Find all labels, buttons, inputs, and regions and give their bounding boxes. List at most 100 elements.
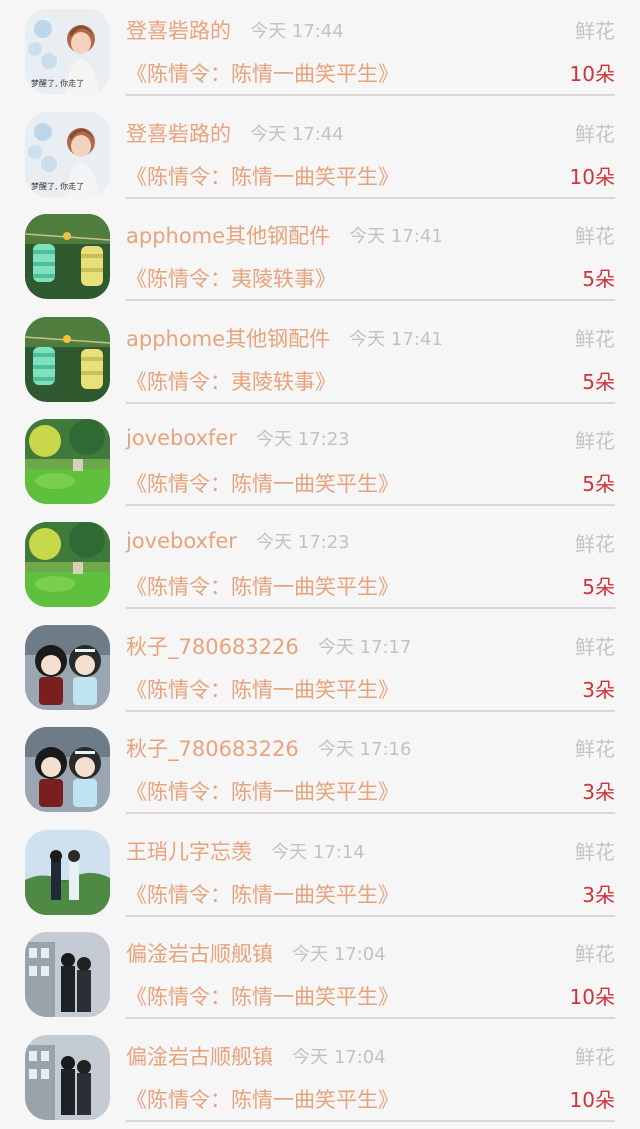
record-header: 偏淦岩古顺舰镇 今天 17:04 鲜花: [126, 1041, 615, 1071]
book-title[interactable]: 《陈情令：陈情一曲笑平生》: [126, 985, 399, 1009]
timestamp: 今天 17:16: [317, 739, 412, 761]
timestamp: 今天 17:44: [250, 123, 344, 145]
username[interactable]: 登喜砦路的: [126, 19, 231, 43]
flower-count: 10朵: [569, 62, 615, 86]
book-title[interactable]: 《陈情令：陈情一曲笑平生》: [126, 165, 399, 189]
landscape-icon[interactable]: [25, 521, 110, 607]
username[interactable]: joveboxfer: [126, 426, 237, 450]
book-title[interactable]: 《陈情令：陈情一曲笑平生》: [126, 575, 399, 599]
flower-count: 3朵: [582, 882, 615, 907]
list-item[interactable]: 秋子_780683226 今天 17:17 鲜花 《陈情令：陈情一曲笑平生》 3…: [0, 616, 640, 719]
record-header: 登喜砦路的 今天 17:44 鲜花: [126, 118, 615, 148]
book-title[interactable]: 《陈情令：陈情一曲笑平生》: [126, 780, 399, 804]
list-item[interactable]: 偏淦岩古顺舰镇 今天 17:04 鲜花 《陈情令：陈情一曲笑平生》 10朵: [0, 1026, 640, 1129]
record-content: apphome其他钢配件 今天 17:41 鲜花 《陈情令：夷陵轶事》 5朵: [126, 308, 615, 404]
record-header: apphome其他钢配件 今天 17:41 鲜花: [126, 220, 615, 250]
gift-type: 鲜花: [575, 224, 615, 249]
flower-count: 3朵: [582, 677, 615, 702]
username[interactable]: 秋子_780683226: [126, 635, 299, 659]
lantern-icon[interactable]: [25, 316, 110, 402]
flower-count: 10朵: [569, 1087, 615, 1112]
record-detail: 《陈情令：陈情一曲笑平生》 3朵: [126, 776, 615, 806]
gift-type: 鲜花: [575, 1044, 615, 1069]
timestamp: 今天 17:41: [349, 226, 443, 248]
gift-type: 鲜花: [575, 531, 615, 556]
flower-count: 5朵: [582, 574, 615, 599]
record-content: 偏淦岩古顺舰镇 今天 17:04 鲜花 《陈情令：陈情一曲笑平生》 10朵: [126, 1026, 615, 1122]
record-header: 偏淦岩古顺舰镇 今天 17:04 鲜花: [126, 938, 615, 968]
book-title[interactable]: 《陈情令：陈情一曲笑平生》: [126, 1088, 399, 1112]
flower-record-list: 梦醒了, 你走了 登喜砦路的 今天 17:44 鲜花 《陈情令：陈情一曲笑平生》…: [0, 0, 640, 1129]
timestamp: 今天 17:17: [317, 636, 412, 658]
girl-icon[interactable]: 梦醒了, 你走了: [25, 111, 110, 197]
book-title[interactable]: 《陈情令：夷陵轶事》: [126, 370, 336, 394]
username[interactable]: apphome其他钢配件: [126, 224, 330, 248]
flower-count: 5朵: [582, 369, 615, 394]
record-content: joveboxfer 今天 17:23 鲜花 《陈情令：陈情一曲笑平生》 5朵: [126, 513, 615, 609]
record-content: 王琑儿字忘羡 今天 17:14 鲜花 《陈情令：陈情一曲笑平生》 3朵: [126, 821, 615, 917]
list-item[interactable]: 王琑儿字忘羡 今天 17:14 鲜花 《陈情令：陈情一曲笑平生》 3朵: [0, 821, 640, 924]
username[interactable]: apphome其他钢配件: [126, 327, 330, 351]
list-item[interactable]: joveboxfer 今天 17:23 鲜花 《陈情令：陈情一曲笑平生》 5朵: [0, 410, 640, 513]
gift-type: 鲜花: [575, 839, 615, 864]
timestamp: 今天 17:41: [349, 328, 443, 350]
timestamp: 今天 17:23: [256, 531, 350, 553]
flower-count: 5朵: [582, 472, 615, 497]
timestamp: 今天 17:14: [271, 841, 365, 863]
record-detail: 《陈情令：陈情一曲笑平生》 10朵: [126, 981, 615, 1011]
book-title[interactable]: 《陈情令：陈情一曲笑平生》: [126, 62, 399, 86]
record-detail: 《陈情令：陈情一曲笑平生》 10朵: [126, 58, 615, 88]
list-item[interactable]: 梦醒了, 你走了 登喜砦路的 今天 17:44 鲜花 《陈情令：陈情一曲笑平生》…: [0, 0, 640, 103]
record-detail: 《陈情令：陈情一曲笑平生》 5朵: [126, 468, 615, 498]
gift-type: 鲜花: [575, 19, 615, 43]
list-item[interactable]: 梦醒了, 你走了 登喜砦路的 今天 17:44 鲜花 《陈情令：陈情一曲笑平生》…: [0, 103, 640, 206]
book-title[interactable]: 《陈情令：陈情一曲笑平生》: [126, 472, 399, 496]
book-title[interactable]: 《陈情令：夷陵轶事》: [126, 267, 336, 291]
username[interactable]: 登喜砦路的: [126, 122, 231, 146]
gift-type: 鲜花: [575, 429, 615, 454]
building-couple-icon[interactable]: [25, 1034, 110, 1120]
book-title[interactable]: 《陈情令：陈情一曲笑平生》: [126, 678, 399, 702]
girl-icon[interactable]: 梦醒了, 你走了: [25, 9, 110, 94]
svg-text:梦醒了, 你走了: 梦醒了, 你走了: [31, 181, 84, 191]
gift-type: 鲜花: [575, 737, 615, 762]
record-content: 秋子_780683226 今天 17:16 鲜花 《陈情令：陈情一曲笑平生》 3…: [126, 718, 615, 815]
book-title[interactable]: 《陈情令：陈情一曲笑平生》: [126, 883, 399, 907]
timestamp: 今天 17:23: [256, 429, 350, 451]
lantern-icon[interactable]: [25, 214, 110, 300]
record-header: joveboxfer 今天 17:23 鲜花: [126, 528, 615, 558]
record-detail: 《陈情令：夷陵轶事》 5朵: [126, 366, 615, 396]
record-header: 登喜砦路的 今天 17:44 鲜花: [126, 15, 615, 45]
svg-text:梦醒了, 你走了: 梦醒了, 你走了: [31, 78, 84, 88]
record-content: joveboxfer 今天 17:23 鲜花 《陈情令：陈情一曲笑平生》 5朵: [126, 410, 615, 507]
record-detail: 《陈情令：陈情一曲笑平生》 10朵: [126, 1084, 615, 1114]
figurine-icon[interactable]: [25, 727, 110, 813]
username[interactable]: joveboxfer: [126, 529, 237, 553]
building-couple-icon[interactable]: [25, 932, 110, 1018]
record-header: 秋子_780683226 今天 17:16 鲜花: [126, 733, 615, 763]
couple-icon[interactable]: [25, 829, 110, 915]
list-item[interactable]: apphome其他钢配件 今天 17:41 鲜花 《陈情令：夷陵轶事》 5朵: [0, 205, 640, 308]
username[interactable]: 秋子_780683226: [126, 737, 299, 761]
record-content: 偏淦岩古顺舰镇 今天 17:04 鲜花 《陈情令：陈情一曲笑平生》 10朵: [126, 923, 615, 1020]
figurine-icon[interactable]: [25, 624, 110, 710]
gift-type: 鲜花: [575, 121, 615, 146]
record-detail: 《陈情令：夷陵轶事》 5朵: [126, 263, 615, 293]
username[interactable]: 偏淦岩古顺舰镇: [126, 1045, 273, 1069]
list-item[interactable]: joveboxfer 今天 17:23 鲜花 《陈情令：陈情一曲笑平生》 5朵: [0, 513, 640, 616]
record-content: 登喜砦路的 今天 17:44 鲜花 《陈情令：陈情一曲笑平生》 10朵: [126, 103, 615, 199]
record-detail: 《陈情令：陈情一曲笑平生》 3朵: [126, 674, 615, 704]
username[interactable]: 偏淦岩古顺舰镇: [126, 942, 273, 966]
record-content: 秋子_780683226 今天 17:17 鲜花 《陈情令：陈情一曲笑平生》 3…: [126, 616, 615, 712]
record-header: joveboxfer 今天 17:23 鲜花: [126, 425, 615, 455]
record-header: 王琑儿字忘羡 今天 17:14 鲜花: [126, 836, 615, 866]
timestamp: 今天 17:44: [250, 21, 344, 42]
list-item[interactable]: 偏淦岩古顺舰镇 今天 17:04 鲜花 《陈情令：陈情一曲笑平生》 10朵: [0, 923, 640, 1026]
list-item[interactable]: apphome其他钢配件 今天 17:41 鲜花 《陈情令：夷陵轶事》 5朵: [0, 308, 640, 411]
landscape-icon[interactable]: [25, 419, 110, 505]
flower-count: 10朵: [569, 164, 615, 189]
list-item[interactable]: 秋子_780683226 今天 17:16 鲜花 《陈情令：陈情一曲笑平生》 3…: [0, 718, 640, 821]
gift-type: 鲜花: [575, 942, 615, 967]
record-content: apphome其他钢配件 今天 17:41 鲜花 《陈情令：夷陵轶事》 5朵: [126, 205, 615, 302]
username[interactable]: 王琑儿字忘羡: [126, 840, 252, 864]
